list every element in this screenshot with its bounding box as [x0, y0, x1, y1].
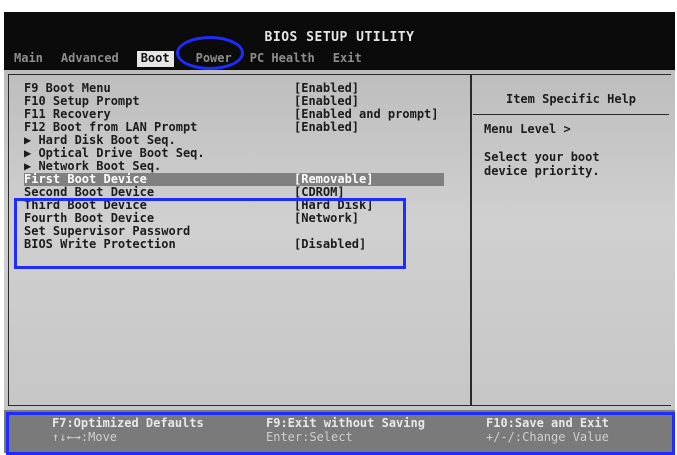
menu-main[interactable]: Main	[14, 51, 43, 67]
help-header-divider	[473, 114, 669, 115]
key-legend-highlight-box	[6, 412, 675, 455]
menu-advanced[interactable]: Advanced	[61, 51, 119, 67]
help-panel-title: Item Specific Help	[505, 92, 637, 106]
boot-tab-highlight-ring	[176, 36, 244, 70]
panel-top-border	[8, 74, 671, 75]
setting-value[interactable]: [Enabled]	[294, 121, 359, 134]
panel-bottom-border	[8, 405, 671, 406]
panel-left-border	[8, 74, 9, 406]
menu-pc-health[interactable]: PC Health	[250, 51, 315, 67]
boot-priority-highlight-box	[14, 198, 406, 269]
help-panel-text: Menu Level > Select your boot device pri…	[484, 122, 600, 178]
menu-boot[interactable]: Boot	[136, 51, 174, 67]
panel-divider	[470, 74, 472, 406]
bios-title: BIOS SETUP UTILITY	[264, 30, 415, 45]
menu-exit[interactable]: Exit	[333, 51, 362, 67]
